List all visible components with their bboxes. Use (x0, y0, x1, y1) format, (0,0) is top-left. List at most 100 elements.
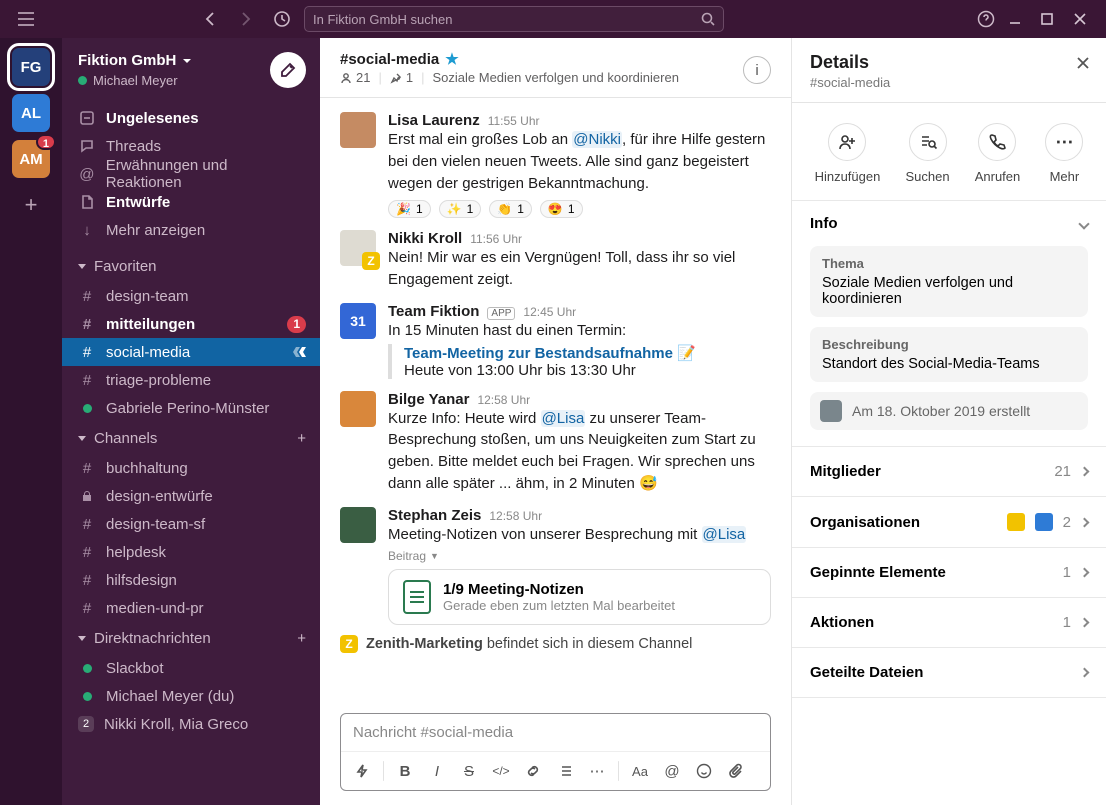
window-maximize-icon[interactable] (1040, 12, 1054, 26)
nav-unread[interactable]: Ungelesenes (62, 104, 320, 132)
message-text: In 15 Minuten hast du einen Termin: (388, 320, 771, 342)
channel-item[interactable]: #social-media (62, 338, 320, 366)
channel-item[interactable]: #buchhaltung (62, 454, 320, 482)
channel-topic[interactable]: Soziale Medien verfolgen und koordiniere… (432, 70, 678, 85)
nav-show-more[interactable]: ↓Mehr anzeigen (62, 216, 320, 244)
channel-title[interactable]: #social-media ★ (340, 50, 679, 68)
section-dms-header[interactable]: Direktnachrichten+ (62, 622, 320, 654)
message-author[interactable]: Lisa Laurenz (388, 112, 480, 129)
details-row-actions[interactable]: Aktionen1 (792, 598, 1106, 648)
info-topic[interactable]: Thema Soziale Medien verfolgen und koord… (810, 246, 1088, 317)
message-author[interactable]: Stephan Zeis (388, 507, 481, 524)
action-more[interactable]: ⋯Mehr (1045, 123, 1083, 184)
calendar-app-icon[interactable]: 31 (340, 303, 376, 339)
mention-icon[interactable]: @ (657, 756, 687, 786)
avatar[interactable]: Z (340, 230, 376, 266)
window-minimize-icon[interactable] (1008, 12, 1022, 26)
attach-icon[interactable] (721, 756, 751, 786)
message-composer[interactable]: Nachricht #social-media B I S </> ⋯ Aa @ (340, 713, 771, 791)
dm-item[interactable]: Michael Meyer (du) (62, 682, 320, 710)
details-row-pinned[interactable]: Gepinnte Elemente1 (792, 548, 1106, 598)
avatar[interactable] (340, 391, 376, 427)
strike-icon[interactable]: S (454, 756, 484, 786)
star-icon[interactable]: ★ (445, 50, 458, 68)
section-favorites-header[interactable]: Favoriten (62, 250, 320, 282)
help-icon[interactable] (972, 5, 1000, 33)
details-row-orgs[interactable]: Organisationen2 (792, 497, 1106, 548)
channel-item[interactable]: #design-team (62, 282, 320, 310)
mention[interactable]: @Lisa (541, 410, 586, 427)
message-text: Nein! Mir war es ein Vergnügen! Toll, da… (388, 247, 771, 291)
compose-button[interactable] (270, 52, 306, 88)
reaction[interactable]: 🎉1 (388, 200, 431, 218)
reaction[interactable]: 👏1 (489, 200, 532, 218)
details-row-files[interactable]: Geteilte Dateien (792, 648, 1106, 698)
italic-icon[interactable]: I (422, 756, 452, 786)
bold-icon[interactable]: B (390, 756, 420, 786)
channel-item[interactable]: #mitteilungen1 (62, 310, 320, 338)
details-title: Details (810, 52, 890, 73)
hash-icon: # (78, 600, 96, 617)
document-attachment[interactable]: 1/9 Meeting-Notizen Gerade eben zum letz… (388, 569, 771, 625)
text-format-icon[interactable]: Aa (625, 756, 655, 786)
more-formatting-icon[interactable]: ⋯ (582, 756, 612, 786)
action-add[interactable]: Hinzufügen (815, 123, 881, 184)
workspace-tile[interactable]: FG (12, 48, 50, 86)
link-icon[interactable] (518, 756, 548, 786)
calendar-event[interactable]: Team-Meeting zur Bestandsaufnahme 📝 Heut… (388, 344, 771, 379)
member-count[interactable]: 21 (340, 70, 370, 85)
message-author[interactable]: Bilge Yanar (388, 391, 469, 408)
channel-item[interactable]: design-entwürfe (62, 482, 320, 510)
action-call[interactable]: Anrufen (975, 123, 1021, 184)
nav-mentions[interactable]: @Erwähnungen und Reaktionen (62, 160, 320, 188)
dm-item[interactable]: Slackbot (62, 654, 320, 682)
workspace-tile[interactable]: AL (12, 94, 50, 132)
channel-item[interactable]: #triage-probleme (62, 366, 320, 394)
history-back-icon[interactable] (196, 5, 224, 33)
list-icon[interactable] (550, 756, 580, 786)
composer-input[interactable]: Nachricht #social-media (341, 714, 770, 751)
details-row-members[interactable]: Mitglieder21 (792, 447, 1106, 497)
details-subtitle: #social-media (810, 75, 890, 90)
avatar[interactable] (340, 112, 376, 148)
channel-item[interactable]: #hilfsdesign (62, 566, 320, 594)
workspace-name[interactable]: Fiktion GmbH (78, 52, 192, 69)
add-workspace-button[interactable]: + (12, 186, 50, 224)
mention[interactable]: @Nikki (572, 131, 622, 148)
pin-count[interactable]: 1 (390, 70, 413, 85)
history-icon[interactable] (268, 5, 296, 33)
avatar[interactable] (340, 507, 376, 543)
add-dm-button[interactable]: + (297, 630, 306, 647)
emoji-icon[interactable] (689, 756, 719, 786)
close-button[interactable] (1074, 54, 1092, 72)
hamburger-icon[interactable] (12, 5, 40, 33)
channel-item[interactable]: #medien-und-pr (62, 594, 320, 622)
global-search[interactable]: In Fiktion GmbH suchen (304, 6, 724, 32)
reaction[interactable]: ✨1 (439, 200, 482, 218)
message-author[interactable]: Nikki Kroll (388, 230, 462, 247)
reaction[interactable]: 😍1 (540, 200, 583, 218)
nav-threads[interactable]: Threads (62, 132, 320, 160)
section-channels-header[interactable]: Channels+ (62, 422, 320, 454)
channel-info-button[interactable]: i (743, 56, 771, 84)
nav-drafts[interactable]: Entwürfe (62, 188, 320, 216)
current-user[interactable]: Michael Meyer (78, 73, 192, 88)
shortcut-icon[interactable] (347, 756, 377, 786)
add-channel-button[interactable]: + (297, 430, 306, 447)
code-icon[interactable]: </> (486, 756, 516, 786)
workspace-tile[interactable]: AM1 (12, 140, 50, 178)
channel-item[interactable]: #helpdesk (62, 538, 320, 566)
channel-item[interactable]: #design-team-sf (62, 510, 320, 538)
info-section-header[interactable]: Info (792, 201, 1106, 246)
message-author[interactable]: Team Fiktion (388, 303, 479, 320)
hash-icon: # (78, 544, 96, 561)
info-description[interactable]: Beschreibung Standort des Social-Media-T… (810, 327, 1088, 382)
caret-icon (78, 264, 86, 269)
attachment-type-label[interactable]: Beitrag▼ (388, 549, 771, 563)
mention[interactable]: @Lisa (702, 526, 747, 543)
history-forward-icon[interactable] (232, 5, 260, 33)
dm-item[interactable]: 2Nikki Kroll, Mia Greco (62, 710, 320, 738)
action-search[interactable]: Suchen (905, 123, 949, 184)
window-close-icon[interactable] (1072, 11, 1088, 27)
dm-item[interactable]: Gabriele Perino-Münster (62, 394, 320, 422)
